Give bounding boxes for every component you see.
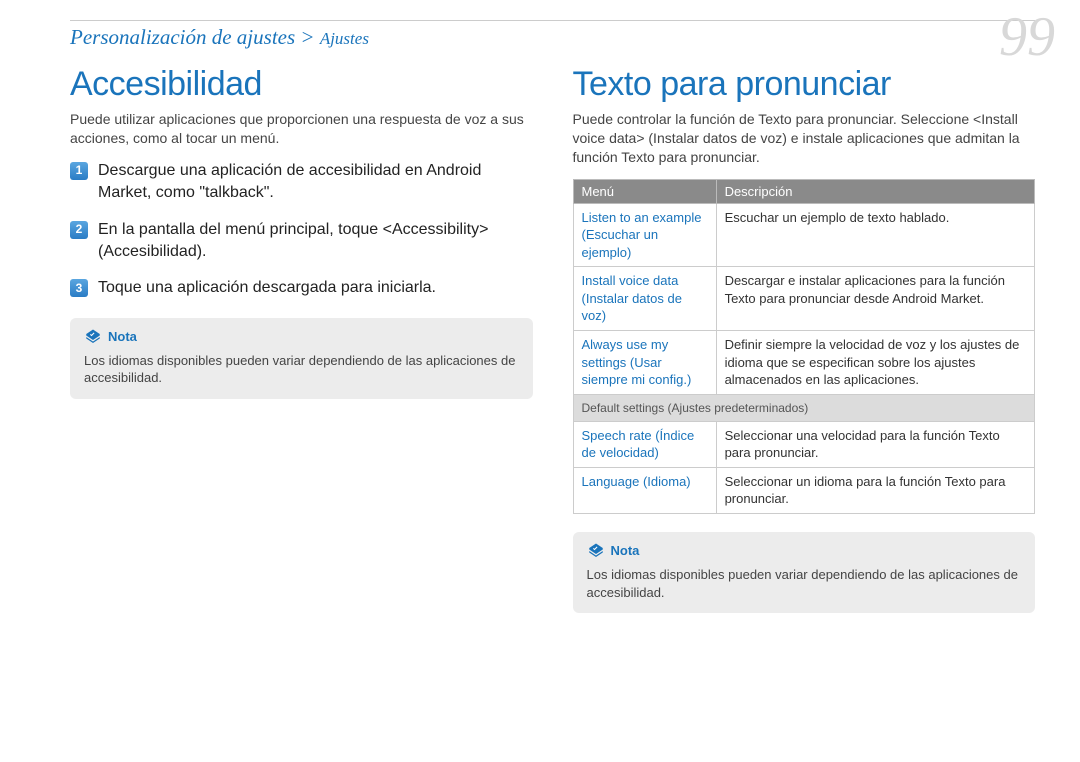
breadcrumb-sub: Ajustes (320, 29, 369, 48)
table-row: Language (Idioma) Seleccionar un idioma … (573, 467, 1035, 513)
step-text-3: Toque una aplicación descargada para ini… (98, 277, 436, 299)
menu-cell: Install voice data (Instalar datos de vo… (573, 267, 716, 331)
top-divider (70, 20, 1035, 21)
step-number-1: 1 (70, 162, 88, 180)
intro-text-right: Puede controlar la función de Texto para… (573, 110, 1036, 167)
step-number-3: 3 (70, 279, 88, 297)
breadcrumb-sep: > (300, 25, 314, 49)
step-1: 1 Descargue una aplicación de accesibili… (70, 160, 533, 205)
breadcrumb: Personalización de ajustes > Ajustes (70, 25, 1035, 50)
step-2: 2 En la pantalla del menú principal, toq… (70, 219, 533, 264)
note-label-left: Nota (108, 329, 137, 344)
desc-cell: Descargar e instalar aplicaciones para l… (716, 267, 1034, 331)
page-number: 99 (999, 5, 1055, 69)
table-head-desc: Descripción (716, 179, 1034, 203)
intro-text-left: Puede utilizar aplicaciones que proporci… (70, 110, 533, 148)
note-label-right: Nota (611, 543, 640, 558)
heading-texto: Texto para pronunciar (573, 65, 1036, 104)
table-row: Install voice data (Instalar datos de vo… (573, 267, 1035, 331)
note-icon (587, 542, 605, 560)
step-number-2: 2 (70, 221, 88, 239)
note-icon (84, 328, 102, 346)
step-text-2: En la pantalla del menú principal, toque… (98, 219, 533, 264)
desc-cell: Seleccionar una velocidad para la funció… (716, 421, 1034, 467)
desc-cell: Definir siempre la velocidad de voz y lo… (716, 330, 1034, 394)
menu-cell: Always use my settings (Usar siempre mi … (573, 330, 716, 394)
menu-table: Menú Descripción Listen to an example (E… (573, 179, 1036, 514)
right-column: Texto para pronunciar Puede controlar la… (573, 65, 1036, 613)
note-text-right: Los idiomas disponibles pueden variar de… (587, 566, 1022, 601)
table-subheader: Default settings (Ajustes predeterminado… (573, 394, 1035, 421)
note-text-left: Los idiomas disponibles pueden variar de… (84, 352, 519, 387)
subheader-cell: Default settings (Ajustes predeterminado… (573, 394, 1035, 421)
table-head-menu: Menú (573, 179, 716, 203)
note-box-left: Nota Los idiomas disponibles pueden vari… (70, 318, 533, 399)
desc-cell: Seleccionar un idioma para la función Te… (716, 467, 1034, 513)
step-3: 3 Toque una aplicación descargada para i… (70, 277, 533, 299)
step-text-1: Descargue una aplicación de accesibilida… (98, 160, 533, 205)
note-box-right: Nota Los idiomas disponibles pueden vari… (573, 532, 1036, 613)
heading-accesibilidad: Accesibilidad (70, 65, 533, 104)
desc-cell: Escuchar un ejemplo de texto hablado. (716, 203, 1034, 267)
menu-cell: Language (Idioma) (573, 467, 716, 513)
breadcrumb-main: Personalización de ajustes (70, 25, 295, 49)
table-row: Always use my settings (Usar siempre mi … (573, 330, 1035, 394)
table-row: Listen to an example (Escuchar un ejempl… (573, 203, 1035, 267)
menu-cell: Speech rate (Índice de velocidad) (573, 421, 716, 467)
menu-cell: Listen to an example (Escuchar un ejempl… (573, 203, 716, 267)
left-column: Accesibilidad Puede utilizar aplicacione… (70, 65, 533, 613)
table-row: Speech rate (Índice de velocidad) Selecc… (573, 421, 1035, 467)
